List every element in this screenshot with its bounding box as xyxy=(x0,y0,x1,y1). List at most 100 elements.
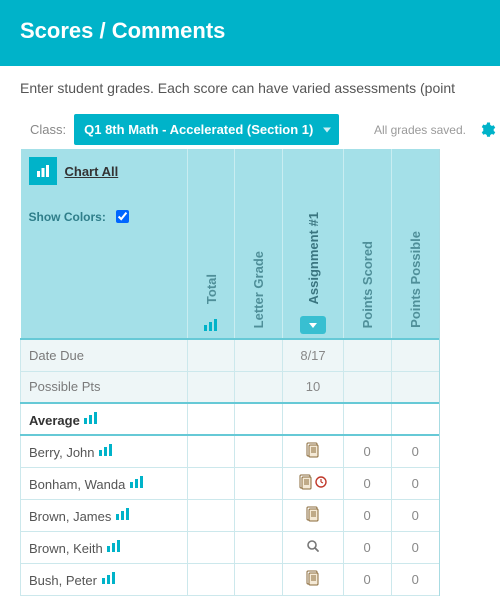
student-pts-possible[interactable]: 0 xyxy=(391,532,439,564)
student-assignment[interactable] xyxy=(283,435,343,468)
student-total[interactable] xyxy=(187,468,235,500)
student-pts-possible[interactable]: 0 xyxy=(391,564,439,596)
student-assignment[interactable] xyxy=(283,468,343,500)
student-row: Brown, James 00 xyxy=(21,500,440,532)
col-header-pts-possible[interactable]: Points Possible xyxy=(391,149,439,339)
save-status: All grades saved. xyxy=(374,123,470,137)
show-colors-checkbox[interactable] xyxy=(116,210,129,223)
student-letter[interactable] xyxy=(235,500,283,532)
student-letter[interactable] xyxy=(235,532,283,564)
student-pts-scored[interactable]: 0 xyxy=(343,564,391,596)
document-icon[interactable] xyxy=(306,442,320,458)
student-pts-scored[interactable]: 0 xyxy=(343,532,391,564)
col-total-chart-icon[interactable] xyxy=(188,318,235,332)
student-letter[interactable] xyxy=(235,564,283,596)
meta-pts-scored xyxy=(343,371,391,403)
document-icon[interactable] xyxy=(299,474,313,490)
meta-assignment[interactable] xyxy=(283,403,343,435)
col-label-total: Total xyxy=(204,270,219,308)
student-pts-possible[interactable]: 0 xyxy=(391,500,439,532)
chart-all-link[interactable]: Chart All xyxy=(65,164,119,179)
meta-letter xyxy=(235,403,283,435)
chevron-down-icon xyxy=(309,323,317,328)
class-select-value: Q1 8th Math - Accelerated (Section 1) xyxy=(84,122,313,137)
student-name-cell[interactable]: Brown, James xyxy=(21,500,188,532)
assignment-expand-button[interactable] xyxy=(300,316,326,334)
page-header: Scores / Comments xyxy=(0,0,500,66)
page-title: Scores / Comments xyxy=(20,18,225,43)
student-assignment[interactable] xyxy=(283,500,343,532)
student-assignment[interactable] xyxy=(283,532,343,564)
chevron-down-icon xyxy=(323,127,331,132)
col-header-total[interactable]: Total xyxy=(187,149,235,339)
bar-chart-icon[interactable] xyxy=(98,443,114,457)
student-letter[interactable] xyxy=(235,435,283,468)
meta-pts-possible xyxy=(391,371,439,403)
student-total[interactable] xyxy=(187,435,235,468)
document-icon[interactable] xyxy=(306,506,320,522)
meta-label: Possible Pts xyxy=(21,371,188,403)
bar-chart-icon[interactable] xyxy=(106,539,122,553)
student-name: Bonham, Wanda xyxy=(29,477,125,492)
meta-total xyxy=(187,403,235,435)
gear-icon[interactable] xyxy=(478,121,496,139)
student-name: Berry, John xyxy=(29,445,95,460)
col-header-letter[interactable]: Letter Grade xyxy=(235,149,283,339)
student-total[interactable] xyxy=(187,500,235,532)
student-letter[interactable] xyxy=(235,468,283,500)
col-label-pts-possible: Points Possible xyxy=(408,227,423,332)
bar-chart-icon[interactable] xyxy=(129,475,145,489)
meta-pts-possible xyxy=(391,339,439,371)
student-pts-scored[interactable]: 0 xyxy=(343,435,391,468)
search-icon[interactable] xyxy=(306,539,320,553)
student-name-cell[interactable]: Brown, Keith xyxy=(21,532,188,564)
meta-label: Average xyxy=(21,403,188,435)
meta-row-average: Average xyxy=(21,403,440,435)
show-colors-toggle[interactable]: Show Colors: xyxy=(29,207,179,226)
class-select[interactable]: Q1 8th Math - Accelerated (Section 1) xyxy=(74,114,339,145)
bar-chart-icon[interactable] xyxy=(83,411,99,425)
grades-grid: Chart All Show Colors: Total Letter Grad… xyxy=(20,149,440,596)
student-name-cell[interactable]: Bonham, Wanda xyxy=(21,468,188,500)
student-row: Brown, Keith 00 xyxy=(21,532,440,564)
meta-row-possible_pts: Possible Pts 10 xyxy=(21,371,440,403)
bar-chart-icon[interactable] xyxy=(115,507,131,521)
intro-text: Enter student grades. Each score can hav… xyxy=(0,66,500,114)
col-header-assignment[interactable]: Assignment #1 xyxy=(283,149,343,339)
meta-pts-scored xyxy=(343,339,391,371)
student-name: Brown, Keith xyxy=(29,541,103,556)
header-name-cell: Chart All Show Colors: xyxy=(21,149,188,339)
student-total[interactable] xyxy=(187,532,235,564)
meta-letter xyxy=(235,371,283,403)
student-pts-scored[interactable]: 0 xyxy=(343,500,391,532)
grades-table: Chart All Show Colors: Total Letter Grad… xyxy=(20,149,439,596)
student-pts-scored[interactable]: 0 xyxy=(343,468,391,500)
student-total[interactable] xyxy=(187,564,235,596)
show-colors-label: Show Colors: xyxy=(29,210,106,224)
col-label-letter: Letter Grade xyxy=(251,247,266,332)
chart-all-icon[interactable] xyxy=(29,157,57,185)
meta-assignment[interactable]: 10 xyxy=(283,371,343,403)
student-name-cell[interactable]: Bush, Peter xyxy=(21,564,188,596)
student-row: Bush, Peter 00 xyxy=(21,564,440,596)
class-label: Class: xyxy=(30,122,66,137)
student-name-cell[interactable]: Berry, John xyxy=(21,435,188,468)
meta-assignment[interactable]: 8/17 xyxy=(283,339,343,371)
student-assignment[interactable] xyxy=(283,564,343,596)
meta-pts-possible xyxy=(391,403,439,435)
meta-label: Date Due xyxy=(21,339,188,371)
late-clock-icon[interactable] xyxy=(315,476,327,488)
col-label-pts-scored: Points Scored xyxy=(360,237,375,332)
student-name: Bush, Peter xyxy=(29,573,97,588)
meta-total xyxy=(187,339,235,371)
document-icon[interactable] xyxy=(306,570,320,586)
meta-row-date_due: Date Due 8/17 xyxy=(21,339,440,371)
student-pts-possible[interactable]: 0 xyxy=(391,468,439,500)
bar-chart-icon[interactable] xyxy=(101,571,117,585)
meta-pts-scored xyxy=(343,403,391,435)
student-row: Berry, John 00 xyxy=(21,435,440,468)
col-header-pts-scored[interactable]: Points Scored xyxy=(343,149,391,339)
meta-total xyxy=(187,371,235,403)
student-pts-possible[interactable]: 0 xyxy=(391,435,439,468)
student-name: Brown, James xyxy=(29,509,111,524)
